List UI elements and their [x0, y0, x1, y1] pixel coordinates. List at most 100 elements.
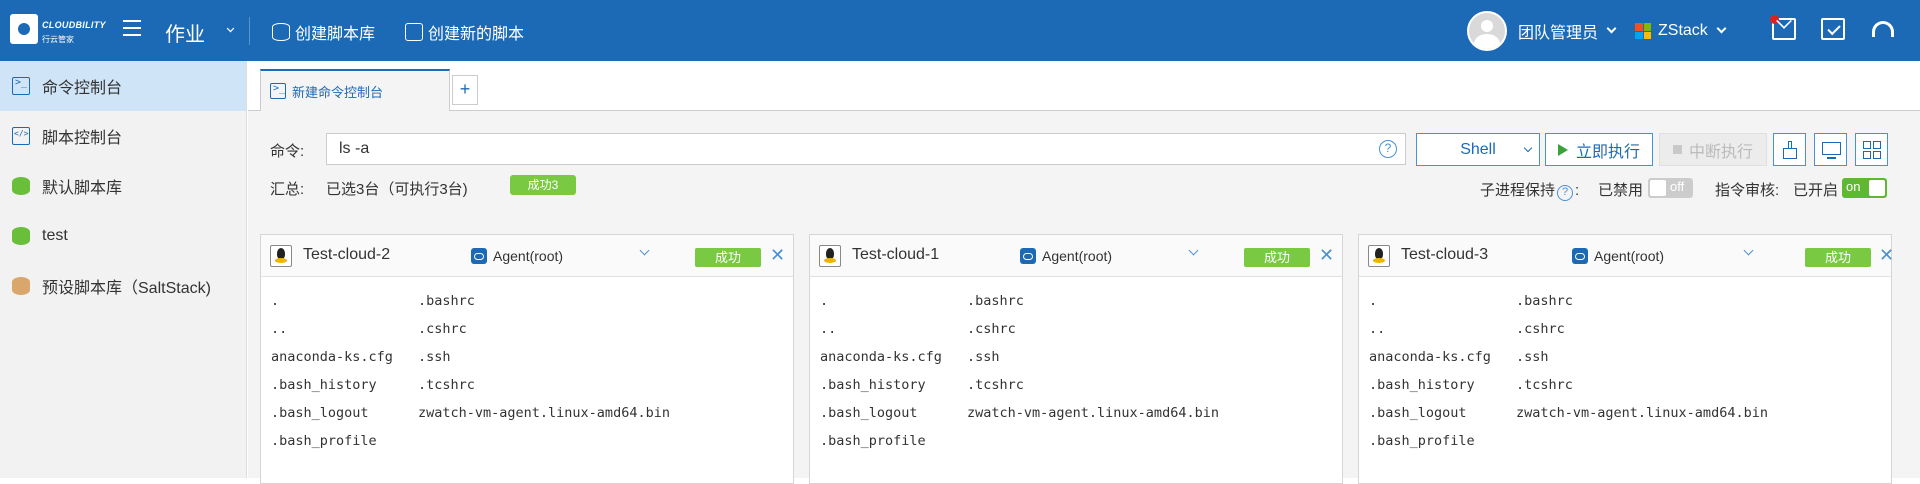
screen-button[interactable] [1814, 133, 1847, 166]
summary-label: 汇总: [270, 181, 305, 198]
output-row: .. .cshrc [820, 321, 1016, 337]
divider [249, 17, 250, 45]
task-icon[interactable] [1821, 18, 1845, 40]
chevron-down-icon[interactable] [226, 24, 235, 33]
sidebar-item-saltstack-library[interactable]: 预设脚本库（SaltStack) [0, 261, 246, 311]
agent-select[interactable]: Agent(root) [1572, 248, 1664, 264]
grid-icon [1863, 141, 1871, 149]
sidebar-item-command-console[interactable]: 命令控制台 [0, 61, 246, 111]
clear-button[interactable] [1773, 133, 1806, 166]
terminal-icon [270, 83, 286, 99]
output-row: .bash_history .tcshrc [271, 377, 475, 393]
output-row: .bash_logout zwatch-vm-agent.linux-amd64.… [1369, 405, 1768, 421]
database-icon [272, 23, 290, 41]
agent-select[interactable]: Agent(root) [471, 248, 563, 264]
agent-select[interactable]: Agent(root) [1020, 248, 1112, 264]
output-row: .. .cshrc [1369, 321, 1565, 337]
logo[interactable]: CLOUDBILITY 行云管家 [8, 14, 114, 48]
host-panel: Test-cloud-2 Agent(root) 成功 ✕ . .bashrc .… [260, 234, 794, 484]
chevron-down-icon [1716, 23, 1727, 34]
stop-button[interactable]: 中断执行 [1659, 133, 1767, 166]
notification-dot [1770, 15, 1779, 24]
output-row: .bash_history .tcshrc [1369, 377, 1573, 393]
audit-toggle[interactable]: on [1842, 178, 1887, 198]
database-icon [12, 177, 30, 195]
help-icon[interactable]: ? [1379, 140, 1397, 158]
agent-icon [471, 248, 487, 264]
logo-text: CLOUDBILITY [42, 20, 106, 30]
host-name: Test-cloud-3 [1401, 246, 1489, 263]
command-label: 命令: [270, 143, 305, 160]
output-row: .bash_profile [1369, 433, 1475, 449]
user-menu[interactable]: 团队管理员 ZStack [1467, 11, 1727, 51]
output-list: . .bashrc .. .cshrc anaconda-ks.cfg .ssh .b… [271, 287, 670, 455]
menu-icon[interactable] [123, 20, 141, 36]
create-library-label: 创建脚本库 [295, 26, 376, 43]
chevron-down-icon[interactable] [1188, 245, 1199, 256]
status-badge: 成功 [695, 248, 761, 267]
close-icon[interactable]: ✕ [770, 245, 785, 265]
create-library-button[interactable]: 创建脚本库 [272, 20, 375, 44]
agent-icon [1020, 248, 1036, 264]
host-panel-header: Test-cloud-2 Agent(root) 成功 ✕ [261, 235, 793, 277]
output-row: .bash_profile [271, 433, 377, 449]
cloud-switcher[interactable]: ZStack [1635, 22, 1727, 40]
output-row: . .bashrc [820, 293, 1024, 309]
chevron-down-icon[interactable] [1743, 245, 1754, 256]
script-icon [12, 127, 30, 145]
create-script-button[interactable]: 创建新的脚本 [405, 20, 524, 44]
output-row: anaconda-ks.cfg .ssh [820, 349, 1000, 365]
add-tab-button[interactable]: + [452, 75, 478, 105]
command-input[interactable]: ls -a ? [326, 133, 1406, 165]
output-list: . .bashrc .. .cshrc anaconda-ks.cfg .ssh .b… [820, 287, 1219, 455]
sidebar-item-default-library[interactable]: 默认脚本库 [0, 161, 246, 211]
subprocess-toggle[interactable]: off [1648, 178, 1693, 198]
chevron-down-icon[interactable] [639, 245, 650, 256]
audit-label: 指令审核: [1715, 182, 1780, 199]
sidebar-item-label: 脚本控制台 [42, 130, 123, 147]
output-row: .bash_logout zwatch-vm-agent.linux-amd64.… [271, 405, 670, 421]
output-row: anaconda-ks.cfg .ssh [1369, 349, 1549, 365]
tab-new-command-console[interactable]: 新建命令控制台 [260, 69, 450, 111]
script-file-icon [405, 23, 423, 41]
sidebar: 命令控制台 脚本控制台 默认脚本库 test 预设脚本库（SaltStack) [0, 61, 247, 478]
nav-title[interactable]: 作业 [165, 18, 205, 47]
tab-label: 新建命令控制台 [292, 84, 384, 100]
host-panel-header: Test-cloud-1 Agent(root) 成功 ✕ [810, 235, 1342, 277]
terminal-icon [12, 77, 30, 95]
grid-view-button[interactable] [1855, 133, 1888, 166]
sidebar-item-label: 命令控制台 [42, 80, 123, 97]
success-count-badge: 成功3 [510, 175, 576, 195]
mail-icon[interactable] [1770, 15, 1796, 40]
subprocess-status: 已禁用 [1598, 182, 1644, 199]
close-icon[interactable]: ✕ [1319, 245, 1334, 265]
output-list: . .bashrc .. .cshrc anaconda-ks.cfg .ssh .b… [1369, 287, 1768, 455]
top-bar: CLOUDBILITY 行云管家 作业 创建脚本库 创建新的脚本 团队管理员 Z… [0, 0, 1920, 61]
output-row: .bash_history .tcshrc [820, 377, 1024, 393]
stop-label: 中断执行 [1688, 143, 1753, 161]
audit-status: 已开启 [1793, 182, 1839, 199]
output-row: .bash_profile [820, 433, 926, 449]
database-icon [12, 277, 30, 295]
chevron-down-icon [1523, 143, 1533, 153]
help-icon[interactable]: ? [1557, 185, 1574, 201]
shell-select[interactable]: Shell [1416, 133, 1540, 166]
output-row: . .bashrc [1369, 293, 1573, 309]
headset-icon[interactable] [1872, 21, 1894, 37]
status-badge: 成功 [1244, 248, 1310, 267]
sidebar-item-test[interactable]: test [0, 211, 246, 261]
sidebar-item-label: test [42, 227, 68, 244]
tab-strip: 新建命令控制台 + [248, 61, 1920, 111]
shell-value: Shell [1460, 140, 1496, 158]
windows-icon [1635, 23, 1652, 39]
broom-icon [1783, 148, 1797, 159]
sidebar-item-script-console[interactable]: 脚本控制台 [0, 111, 246, 161]
close-icon[interactable]: ✕ [1879, 245, 1894, 265]
output-row: .. .cshrc [271, 321, 467, 337]
main-area: 新建命令控制台 + 命令: ls -a ? Shell 立即执行 中断执行 汇总… [248, 61, 1920, 484]
linux-icon [270, 245, 292, 267]
subprocess-label: 子进程保持?: [1480, 182, 1580, 201]
run-button[interactable]: 立即执行 [1545, 133, 1653, 166]
summary-text: 已选3台（可执行3台) [326, 181, 468, 198]
create-script-label: 创建新的脚本 [428, 26, 525, 43]
